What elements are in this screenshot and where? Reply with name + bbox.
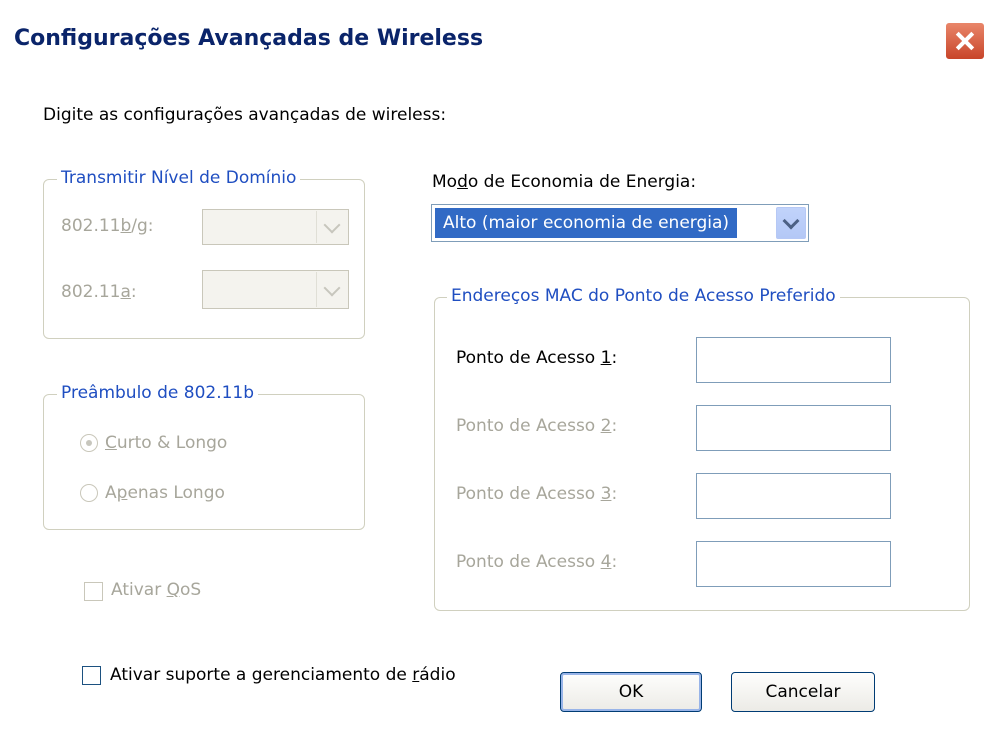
mac-group-legend: Endereços MAC do Ponto de Acesso Preferi… (447, 286, 840, 306)
domain-group-legend: Transmitir Nível de Domínio (57, 168, 301, 188)
cancel-button[interactable]: Cancelar (731, 672, 875, 712)
short-long-radio[interactable] (80, 434, 98, 452)
ap1-input[interactable] (696, 337, 891, 383)
long-only-radio[interactable] (80, 484, 98, 502)
long-only-label: Apenas Longo (105, 483, 225, 503)
power-mode-select[interactable]: Alto (maior economia de energia) (431, 204, 809, 242)
qos-checkbox[interactable] (84, 582, 103, 601)
ap4-label: Ponto de Acesso 4: (456, 552, 618, 572)
preamble-group (43, 394, 365, 530)
domain-group (43, 179, 365, 339)
a-domain-select[interactable] (202, 270, 349, 309)
chevron-down-icon (316, 211, 347, 243)
a-label: 802.11a: (61, 282, 137, 302)
qos-label: Ativar QoS (111, 580, 202, 600)
ap3-input[interactable] (696, 473, 891, 519)
bg-label: 802.11b/g: (61, 216, 154, 236)
close-button[interactable] (945, 22, 985, 60)
title-bar: Configurações Avançadas de Wireless (0, 0, 985, 84)
instruction-text: Digite as configurações avançadas de wir… (43, 105, 447, 125)
bg-domain-select[interactable] (202, 209, 349, 245)
radio-mgmt-label: Ativar suporte a gerenciamento de rádio (110, 665, 456, 685)
ap2-label: Ponto de Acesso 2: (456, 416, 618, 436)
ap1-label: Ponto de Acesso 1: (456, 348, 618, 368)
power-mode-label: Modo de Economia de Energia: (432, 172, 697, 192)
window-title: Configurações Avançadas de Wireless (14, 26, 484, 51)
preamble-group-legend: Preâmbulo de 802.11b (57, 383, 259, 403)
chevron-down-icon (316, 272, 347, 307)
chevron-down-icon (776, 207, 806, 239)
radio-mgmt-checkbox[interactable] (82, 666, 101, 685)
ok-button[interactable]: OK (560, 672, 702, 712)
ap3-label: Ponto de Acesso 3: (456, 484, 618, 504)
short-long-label: Curto & Longo (105, 433, 228, 453)
power-mode-value: Alto (maior economia de energia) (435, 208, 738, 238)
ap2-input[interactable] (696, 405, 891, 451)
ap4-input[interactable] (696, 541, 891, 587)
